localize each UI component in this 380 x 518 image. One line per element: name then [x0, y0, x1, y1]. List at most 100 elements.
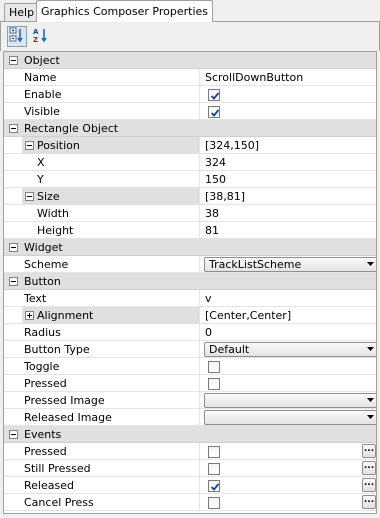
x-value[interactable]: 324: [205, 154, 226, 171]
property-value-cell[interactable]: 0: [202, 324, 376, 341]
property-row-event-released[interactable]: Released ...: [4, 477, 376, 494]
size-value[interactable]: [38,81]: [205, 188, 245, 205]
event-pressed-checkbox[interactable]: [208, 446, 220, 458]
property-value-cell[interactable]: 150: [202, 171, 376, 188]
property-row-scheme[interactable]: Scheme TrackListScheme: [4, 256, 376, 273]
property-value-cell: ...: [202, 460, 376, 477]
property-value-cell[interactable]: ScrollDownButton: [202, 69, 376, 86]
property-value-cell[interactable]: v: [202, 290, 376, 307]
toggle-checkbox[interactable]: [208, 361, 220, 373]
pressed-image-dropdown[interactable]: [204, 393, 376, 408]
row-gutter: [4, 137, 22, 154]
row-gutter: [4, 409, 22, 426]
alphabetical-sort-button[interactable]: A Z: [30, 26, 50, 47]
property-row-event-still-pressed[interactable]: Still Pressed ...: [4, 460, 376, 477]
chevron-down-icon: [367, 262, 374, 266]
property-name-cell: Radius: [22, 324, 200, 341]
property-row-pressed-image[interactable]: Pressed Image: [4, 392, 376, 409]
height-value[interactable]: 81: [205, 222, 219, 239]
event-released-edit-button[interactable]: ...: [362, 478, 376, 492]
property-label: Released: [24, 479, 74, 492]
property-row-released-image[interactable]: Released Image: [4, 409, 376, 426]
scheme-dropdown[interactable]: TrackListScheme: [204, 257, 376, 272]
radius-value[interactable]: 0: [205, 324, 212, 341]
property-row-size[interactable]: Size [38,81]: [4, 188, 376, 205]
categorized-view-icon: [9, 27, 25, 46]
property-row-event-cancel-press[interactable]: Cancel Press ...: [4, 494, 376, 511]
property-label: Text: [24, 292, 47, 305]
y-value[interactable]: 150: [205, 171, 226, 188]
collapse-icon[interactable]: [25, 192, 34, 201]
tab-graphics-composer-properties[interactable]: Graphics Composer Properties: [36, 0, 214, 22]
collapse-icon[interactable]: [9, 124, 18, 133]
row-gutter: [4, 375, 22, 392]
property-row-height[interactable]: Height 81: [4, 222, 376, 239]
property-row-x[interactable]: X 324: [4, 154, 376, 171]
pressed-checkbox[interactable]: [208, 378, 220, 390]
event-cancel-press-checkbox[interactable]: [208, 497, 220, 509]
collapse-icon[interactable]: [9, 277, 18, 286]
category-button[interactable]: Button: [4, 273, 376, 290]
alphabetical-sort-icon: A Z: [32, 27, 48, 46]
event-cancel-press-edit-button[interactable]: ...: [362, 495, 376, 509]
category-rectangle-object[interactable]: Rectangle Object: [4, 120, 376, 137]
row-gutter: [4, 460, 22, 477]
property-row-pressed[interactable]: Pressed: [4, 375, 376, 392]
property-row-y[interactable]: Y 150: [4, 171, 376, 188]
property-label: Visible: [24, 105, 60, 118]
row-gutter: [4, 324, 22, 341]
property-name-cell: Released: [22, 477, 200, 494]
svg-text:A: A: [33, 28, 39, 36]
position-value[interactable]: [324,150]: [205, 137, 259, 154]
chevron-down-icon: [367, 415, 374, 419]
property-row-alignment[interactable]: Alignment [Center,Center]: [4, 307, 376, 324]
property-label: Released Image: [24, 411, 112, 424]
category-events[interactable]: Events: [4, 426, 376, 443]
property-row-radius[interactable]: Radius 0: [4, 324, 376, 341]
collapse-icon[interactable]: [25, 141, 34, 150]
text-value[interactable]: v: [205, 290, 212, 307]
property-name-cell: Button Type: [22, 341, 200, 358]
alignment-value[interactable]: [Center,Center]: [205, 307, 291, 324]
tab-help[interactable]: Help: [4, 3, 40, 22]
property-value-cell[interactable]: 81: [202, 222, 376, 239]
property-row-button-type[interactable]: Button Type Default: [4, 341, 376, 358]
visible-checkbox[interactable]: [208, 106, 220, 118]
row-gutter: [4, 341, 22, 358]
expand-icon[interactable]: [25, 311, 34, 320]
property-value-cell[interactable]: 38: [202, 205, 376, 222]
property-label: Alignment: [37, 309, 94, 322]
event-pressed-edit-button[interactable]: ...: [362, 444, 376, 458]
category-widget[interactable]: Widget: [4, 239, 376, 256]
released-image-dropdown[interactable]: [204, 410, 376, 425]
property-row-name[interactable]: Name ScrollDownButton: [4, 69, 376, 86]
property-name-cell: Size: [22, 188, 200, 205]
event-still-pressed-checkbox[interactable]: [208, 463, 220, 475]
property-row-text[interactable]: Text v: [4, 290, 376, 307]
button-type-dropdown[interactable]: Default: [204, 342, 376, 357]
row-gutter: [4, 188, 22, 205]
width-value[interactable]: 38: [205, 205, 219, 222]
event-released-checkbox[interactable]: [208, 480, 220, 492]
enable-checkbox[interactable]: [208, 89, 220, 101]
property-value-cell[interactable]: [38,81]: [202, 188, 376, 205]
property-row-visible[interactable]: Visible: [4, 103, 376, 120]
collapse-icon[interactable]: [9, 56, 18, 65]
property-value-cell: ...: [202, 494, 376, 511]
property-value-cell[interactable]: [324,150]: [202, 137, 376, 154]
name-value[interactable]: ScrollDownButton: [205, 69, 303, 86]
property-row-enable[interactable]: Enable: [4, 86, 376, 103]
property-name-cell: Enable: [22, 86, 200, 103]
event-still-pressed-edit-button[interactable]: ...: [362, 461, 376, 475]
property-row-width[interactable]: Width 38: [4, 205, 376, 222]
collapse-icon[interactable]: [9, 430, 18, 439]
property-value-cell[interactable]: [Center,Center]: [202, 307, 376, 324]
property-row-position[interactable]: Position [324,150]: [4, 137, 376, 154]
category-object[interactable]: Object: [4, 52, 376, 69]
categorized-view-button[interactable]: [7, 26, 27, 47]
property-label: Cancel Press: [24, 496, 94, 509]
property-row-toggle[interactable]: Toggle: [4, 358, 376, 375]
collapse-icon[interactable]: [9, 243, 18, 252]
property-row-event-pressed[interactable]: Pressed ...: [4, 443, 376, 460]
property-value-cell[interactable]: 324: [202, 154, 376, 171]
